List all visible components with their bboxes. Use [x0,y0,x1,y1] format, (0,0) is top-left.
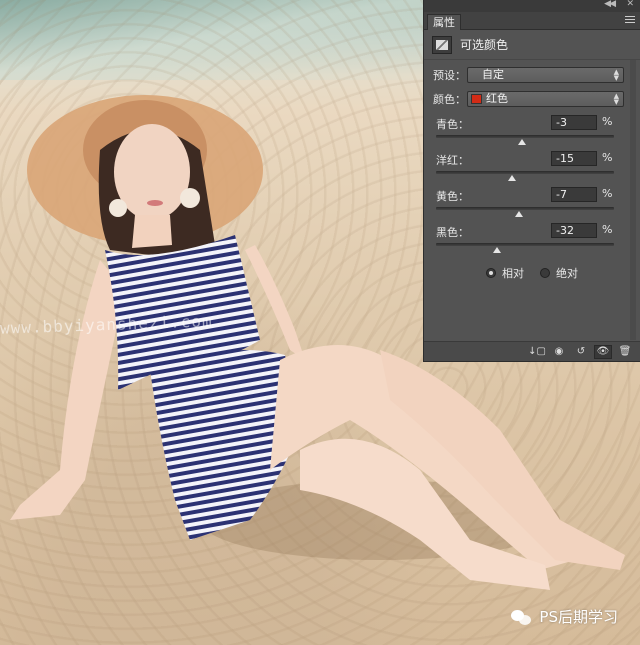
panel-menu-icon[interactable] [625,16,635,25]
corner-logo-text: PS后期学习 [539,608,618,626]
tab-properties[interactable]: 属性 [427,14,461,30]
reset-icon[interactable]: ↺ [572,345,590,359]
colors-row: 颜色： 红色 ▲ ▼ [424,88,640,110]
trash-icon[interactable]: 🗑 [616,345,634,359]
slider-label: 洋红： [436,154,469,167]
slider-label: 黑色： [436,226,469,239]
slider-thumb[interactable] [518,139,527,145]
percent-unit: % [602,187,613,200]
slider-black: 黑色： -32 % [424,220,640,256]
slider-label: 黄色： [436,190,469,203]
slider-value-input[interactable]: -7 [551,187,597,202]
panel-bottom-bar: ↓▢ ◉ ↺ 👁 🗑 [424,341,640,361]
percent-unit: % [602,151,613,164]
radio-label: 相对 [502,267,524,280]
preset-label: 预设： [433,69,466,82]
colors-select[interactable]: 红色 ▲ ▼ [467,91,624,107]
close-icon[interactable]: ✕ [626,0,634,9]
select-arrows-icon: ▲ ▼ [613,68,619,82]
colors-label: 颜色： [433,93,466,106]
slider-label: 青色： [436,118,469,131]
panel-tab-row: 属性 [424,12,640,30]
slider-track[interactable] [436,171,614,174]
radio-relative[interactable]: 相对 [486,265,524,281]
radio-label: 绝对 [556,267,578,280]
clip-to-layer-icon[interactable]: ↓▢ [528,345,546,359]
adjustment-header: 可选颜色 [424,30,640,60]
slider-value-input[interactable]: -15 [551,151,597,166]
radio-dot[interactable] [540,268,550,278]
slider-thumb[interactable] [492,247,501,253]
corner-logo: PS后期学习 [511,606,618,627]
method-radio-group: 相对 绝对 [424,260,640,286]
percent-unit: % [602,115,613,128]
slider-value-input[interactable]: -32 [551,223,597,238]
slider-list: 青色： -3 % 洋红： -15 % 黄色： -7 % 黑色： -32 % [424,112,640,256]
radio-absolute[interactable]: 绝对 [540,265,578,281]
collapse-icon[interactable]: ◀◀ [604,0,616,9]
wechat-icon [511,608,533,626]
panel-scrollbar[interactable] [630,60,636,340]
slider-track[interactable] [436,243,614,246]
panel-topbar: ◀◀ ✕ [424,0,640,12]
slider-value-input[interactable]: -3 [551,115,597,130]
slider-track[interactable] [436,207,614,210]
slider-thumb[interactable] [514,211,523,217]
slider-thumb[interactable] [507,175,516,181]
slider-magenta: 洋红： -15 % [424,148,640,184]
red-swatch-icon [471,94,482,104]
selective-color-icon [432,35,452,54]
preset-value: 自定 [482,68,504,81]
visibility-eye-icon[interactable]: 👁 [594,344,612,359]
slider-track[interactable] [436,135,614,138]
slider-yellow: 黄色： -7 % [424,184,640,220]
percent-unit: % [602,223,613,236]
select-arrows-icon: ▲ ▼ [613,92,619,106]
preset-row: 预设： 自定 ▲ ▼ [424,64,640,86]
radio-dot[interactable] [486,268,496,278]
preset-select[interactable]: 自定 ▲ ▼ [467,67,624,83]
view-previous-icon[interactable]: ◉ [550,345,568,359]
adjustment-title: 可选颜色 [460,38,509,52]
properties-panel: ◀◀ ✕ 属性 可选颜色 预设： 自定 ▲ ▼ 颜色： 红色 ▲ ▼ 青色： -3 … [423,0,640,362]
colors-value: 红色 [486,92,508,105]
slider-cyan: 青色： -3 % [424,112,640,148]
